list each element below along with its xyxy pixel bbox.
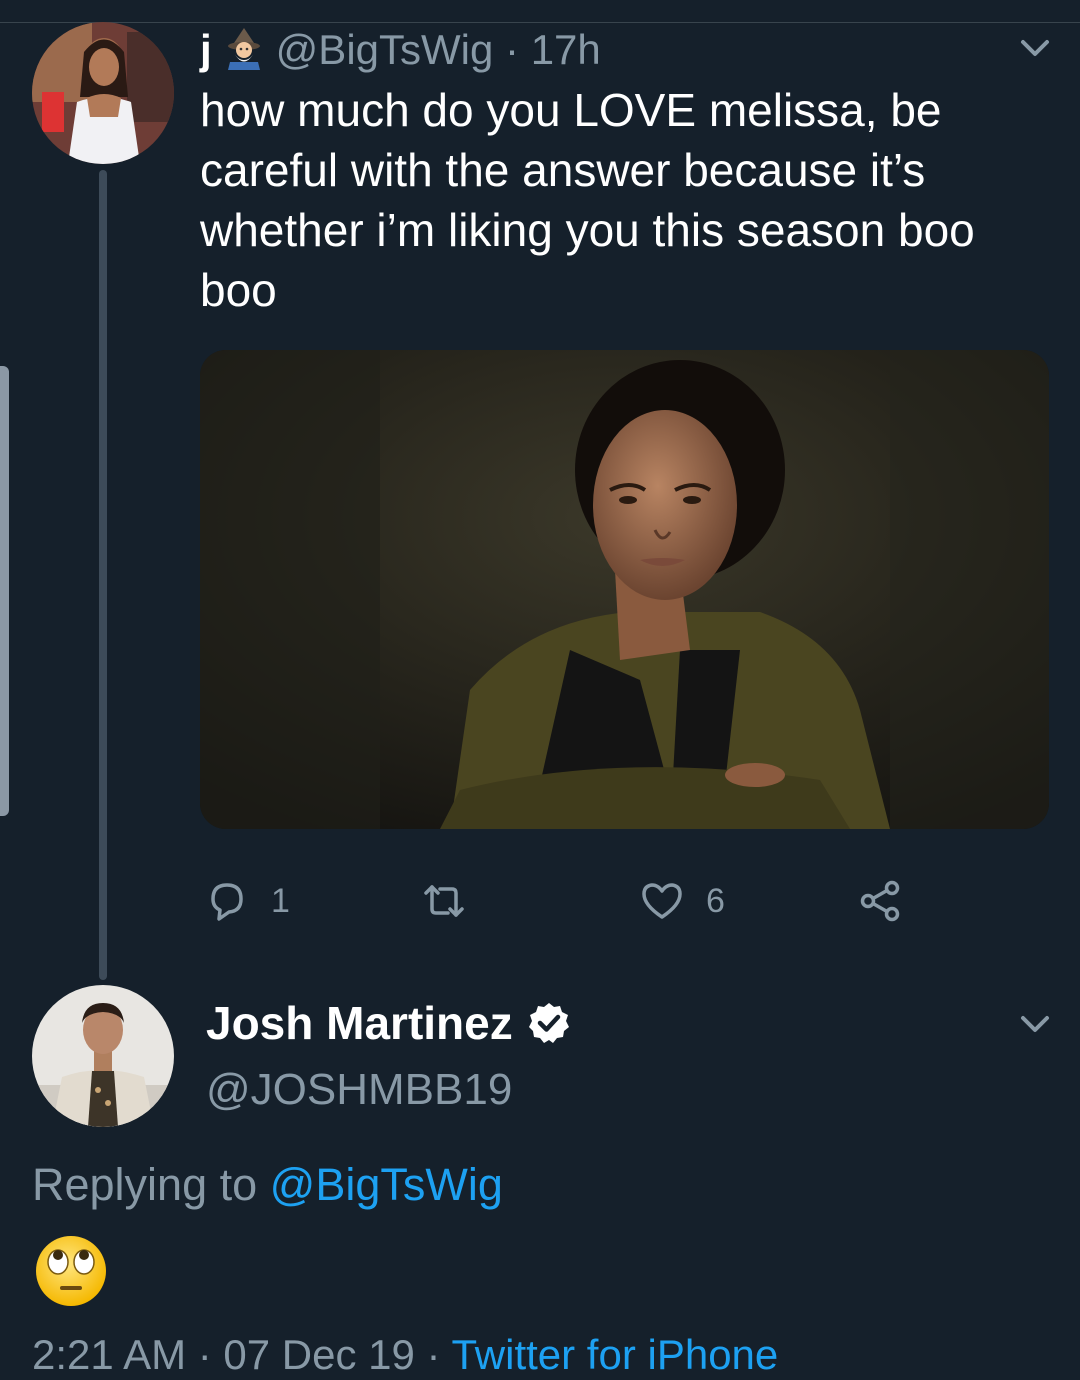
share-action[interactable] xyxy=(858,875,902,927)
avatar-photo xyxy=(32,985,174,1127)
tweet-timestamp[interactable]: 17h xyxy=(531,26,601,73)
replying-to-mention-link[interactable]: @BigTsWig xyxy=(270,1159,503,1210)
reply-author-name[interactable]: Josh Martinez xyxy=(206,994,513,1052)
mage-emoji-icon xyxy=(222,26,266,70)
scroll-handle[interactable] xyxy=(0,366,9,816)
tweet-media-image[interactable] xyxy=(200,350,1049,829)
verified-badge-icon xyxy=(527,1001,571,1045)
retweet-icon xyxy=(424,885,464,917)
reply-menu-chevron-icon[interactable] xyxy=(1020,1014,1050,1034)
reply-author-handle[interactable]: @JOSHMBB19 xyxy=(206,1062,512,1118)
tweet-author-name[interactable]: j xyxy=(200,26,212,73)
reply-timestamp: 2:21 AM · 07 Dec 19 · xyxy=(32,1331,452,1378)
replying-to-line: Replying to @BigTsWig xyxy=(32,1156,503,1214)
media-photo xyxy=(200,350,1049,829)
like-action[interactable]: 6 xyxy=(640,875,725,927)
heart-icon xyxy=(642,883,682,919)
like-count: 6 xyxy=(706,881,725,920)
reply-author-avatar[interactable] xyxy=(32,985,174,1127)
reply-author-name-row: Josh Martinez xyxy=(206,994,571,1052)
reply-count: 1 xyxy=(271,881,290,920)
share-icon xyxy=(860,880,900,922)
reply-action[interactable]: 1 xyxy=(205,875,290,927)
tweet-author-avatar[interactable] xyxy=(32,22,174,164)
tweet-header: j @BigTsWig · 17h xyxy=(200,24,601,76)
reply-footer: 2:21 AM · 07 Dec 19 · Twitter for iPhone xyxy=(32,1330,778,1380)
avatar-photo xyxy=(32,22,174,164)
top-divider xyxy=(0,22,1080,23)
tweet-menu-chevron-icon[interactable] xyxy=(1020,38,1050,58)
tweet-text: how much do you LOVE melissa, be careful… xyxy=(200,84,975,316)
replying-to-label: Replying to xyxy=(32,1159,270,1210)
thread-connector-line xyxy=(99,170,107,980)
tweet-author-handle[interactable]: @BigTsWig xyxy=(276,26,494,73)
retweet-action[interactable] xyxy=(422,875,488,927)
source-link[interactable]: Twitter for iPhone xyxy=(451,1331,778,1378)
reply-bubble-icon xyxy=(211,883,243,921)
header-separator: · xyxy=(505,26,520,73)
face-with-rolling-eyes-icon xyxy=(34,1234,108,1308)
